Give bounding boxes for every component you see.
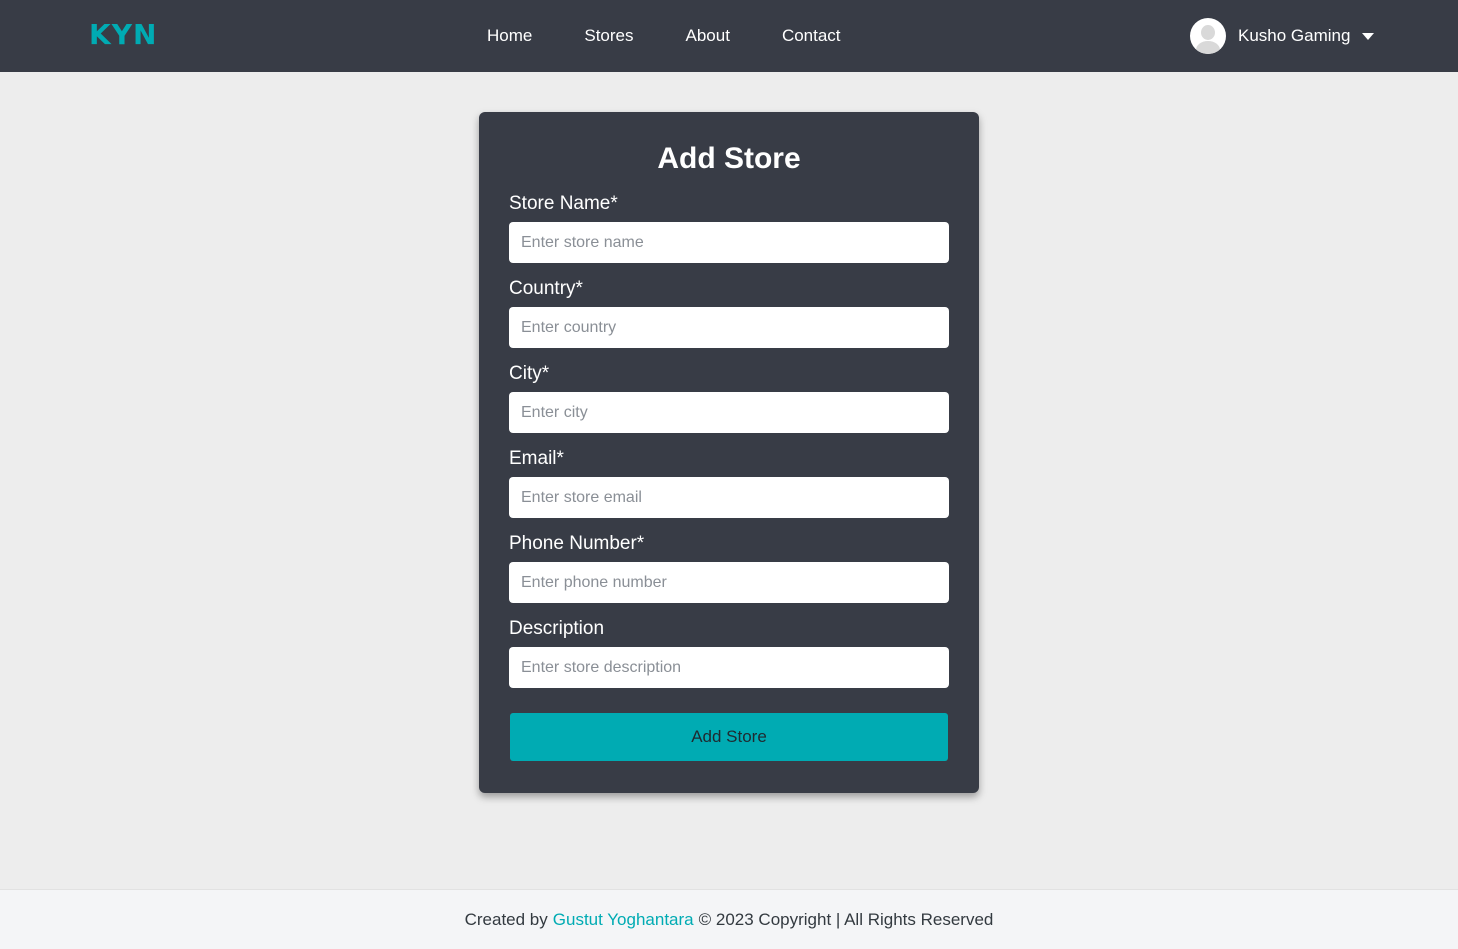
author-link[interactable]: Gustut Yoghantara [553,910,694,930]
nav-link-about[interactable]: About [686,26,730,46]
country-label: Country* [509,278,583,299]
phone-number-label: Phone Number* [509,533,645,554]
form-title: Add Store [657,142,801,175]
nav-link-contact[interactable]: Contact [782,26,841,46]
user-avatar-icon [1190,18,1226,54]
user-menu-dropdown[interactable]: Kusho Gaming [1190,18,1375,54]
caret-down-icon [1362,32,1375,40]
city-label: City* [509,363,550,384]
brand-logo[interactable]: KYN [89,18,157,51]
nav-link-home[interactable]: Home [487,26,532,46]
nav-link-stores[interactable]: Stores [584,26,633,46]
email-input[interactable] [509,477,949,518]
page-footer: Created by Gustut Yoghantara © 2023 Copy… [0,889,1458,949]
description-label: Description [509,618,605,639]
user-name: Kusho Gaming [1238,26,1351,45]
top-navbar: KYN Home Stores About Contact Kusho Gami… [0,0,1458,72]
description-input[interactable] [509,647,949,688]
add-store-button[interactable]: Add Store [510,713,948,761]
nav-links: Home Stores About Contact [487,0,841,72]
footer-prefix: Created by [464,909,548,929]
email-label: Email* [509,448,564,469]
phone-number-input[interactable] [509,562,949,603]
country-input[interactable] [509,307,949,348]
footer-copyright: © 2023 Copyright | All Rights Reserved [698,909,994,929]
city-input[interactable] [509,392,949,433]
store-name-label: Store Name* [509,193,618,214]
store-name-input[interactable] [509,222,949,263]
